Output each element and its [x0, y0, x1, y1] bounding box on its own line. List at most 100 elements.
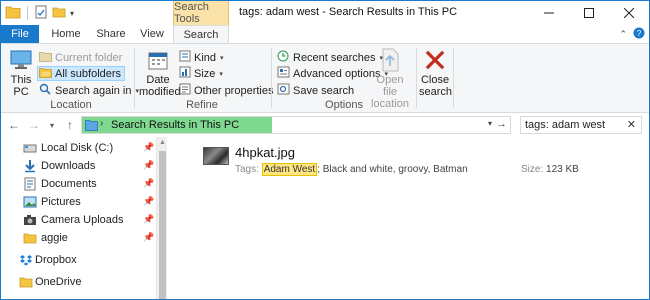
- folder-icon: [39, 51, 52, 65]
- search-results-folder-icon: [85, 119, 98, 134]
- help-icon[interactable]: ?: [633, 27, 645, 42]
- tab-share[interactable]: Share: [91, 25, 131, 43]
- size-label: Size: [194, 67, 216, 80]
- arrow-right-icon: →: [28, 118, 40, 132]
- tab-file[interactable]: File: [1, 25, 39, 43]
- other-properties-button[interactable]: Other properties ▾: [179, 83, 281, 98]
- recent-searches-label: Recent searches: [293, 51, 376, 64]
- back-button[interactable]: ←: [7, 117, 21, 133]
- close-group: Close search: [417, 46, 453, 112]
- arrow-left-icon: ←: [8, 118, 20, 132]
- all-subfolders-button[interactable]: All subfolders: [37, 66, 126, 81]
- location-group: This PC Current folder All subfolders Se…: [1, 46, 141, 112]
- subfolders-icon: [39, 67, 52, 81]
- pin-icon[interactable]: 📌: [143, 160, 154, 171]
- recent-searches-button[interactable]: Recent searches ▾: [277, 50, 383, 65]
- tab-view[interactable]: View: [137, 25, 167, 43]
- maximize-icon: [584, 8, 594, 18]
- svg-text:?: ?: [637, 29, 642, 38]
- nav-item-local-disk[interactable]: Local Disk (C:) 📌: [1, 139, 156, 157]
- nav-item-label: Downloads: [41, 160, 96, 172]
- search-input[interactable]: tags: adam west ✕: [520, 116, 642, 134]
- collapse-ribbon-icon[interactable]: ⌃: [619, 29, 627, 40]
- close-search-icon: [421, 48, 449, 72]
- kind-label: Kind: [194, 51, 217, 64]
- recent-locations-button[interactable]: ▾: [45, 117, 59, 133]
- tab-home[interactable]: Home: [47, 25, 85, 43]
- arrow-up-icon: ↑: [67, 118, 73, 132]
- pin-icon[interactable]: 📌: [143, 214, 154, 225]
- this-pc-button[interactable]: This PC: [7, 48, 35, 98]
- dropbox-icon: [19, 253, 33, 267]
- nav-item-pictures[interactable]: Pictures 📌: [1, 193, 156, 211]
- caption-buttons: [529, 1, 649, 25]
- nav-item-downloads[interactable]: Downloads 📌: [1, 157, 156, 175]
- onedrive-icon: [19, 275, 33, 289]
- customize-qat-icon[interactable]: ▾: [70, 9, 74, 18]
- advanced-options-label: Advanced options: [293, 67, 381, 80]
- kind-button[interactable]: Kind ▾: [179, 50, 224, 65]
- refresh-icon[interactable]: →: [496, 118, 507, 130]
- new-folder-icon[interactable]: [52, 5, 66, 22]
- nav-item-camera-uploads[interactable]: Camera Uploads 📌: [1, 211, 156, 229]
- close-window-button[interactable]: [609, 1, 649, 25]
- title-bar: ▾ Search Tools tags: adam west - Search …: [1, 1, 649, 25]
- tags-label: Tags:: [235, 164, 259, 175]
- nav-scrollbar[interactable]: ▲: [156, 137, 167, 299]
- results-pane: 4hpkat.jpg Tags: Adam West; Black and wh…: [167, 137, 649, 299]
- file-tags: Tags: Adam West; Black and white, groovy…: [235, 163, 468, 176]
- pin-icon[interactable]: 📌: [143, 232, 154, 243]
- up-button[interactable]: ↑: [63, 117, 77, 133]
- forward-button[interactable]: →: [27, 117, 41, 133]
- tags-rest: ; Black and white, groovy, Batman: [317, 164, 468, 175]
- nav-item-label: OneDrive: [35, 276, 82, 288]
- advanced-options-icon: [277, 66, 290, 81]
- tag-highlight: Adam West: [261, 163, 318, 176]
- address-bar[interactable]: › Search Results in This PC ▾ →: [81, 116, 511, 134]
- date-modified-button[interactable]: Date modified: [139, 48, 181, 98]
- close-search-button[interactable]: Close search: [419, 48, 453, 98]
- explorer-window: ▾ Search Tools tags: adam west - Search …: [0, 0, 650, 300]
- address-dropdown-icon[interactable]: ▾: [488, 119, 492, 128]
- nav-item-aggie[interactable]: aggie 📌: [1, 229, 156, 247]
- minimize-button[interactable]: [529, 1, 569, 25]
- search-again-in-button[interactable]: Search again in ▾: [39, 83, 139, 98]
- chevron-down-icon: ▾: [219, 70, 223, 78]
- nav-item-label: Documents: [41, 178, 97, 190]
- drive-icon: [23, 141, 37, 155]
- clear-search-icon[interactable]: ✕: [627, 118, 636, 131]
- tab-search[interactable]: Search: [173, 25, 229, 44]
- search-again-in-label: Search again in: [55, 84, 132, 97]
- search-tools-context-label: Search Tools: [173, 1, 229, 25]
- chevron-down-icon: ▾: [49, 120, 54, 130]
- quick-access-toolbar: ▾: [5, 4, 74, 22]
- save-search-icon: [277, 83, 290, 98]
- size-button[interactable]: Size ▾: [179, 66, 223, 81]
- window-title: tags: adam west - Search Results in This…: [239, 6, 458, 18]
- pin-icon[interactable]: 📌: [143, 178, 154, 189]
- file-name: 4hpkat.jpg: [235, 145, 295, 160]
- ribbon-divider: [453, 48, 454, 108]
- scroll-up-icon[interactable]: ▲: [159, 139, 166, 146]
- size-value: 123 KB: [546, 164, 579, 175]
- minimize-icon: [544, 12, 554, 14]
- nav-scrollbar-thumb[interactable]: [159, 151, 166, 299]
- current-folder-button[interactable]: Current folder: [39, 50, 122, 65]
- address-path: Search Results in This PC: [111, 119, 240, 131]
- nav-item-documents[interactable]: Documents 📌: [1, 175, 156, 193]
- pin-icon[interactable]: 📌: [143, 142, 154, 153]
- save-search-button[interactable]: Save search: [277, 83, 354, 98]
- nav-item-dropbox[interactable]: Dropbox: [1, 251, 156, 269]
- this-pc-label: This PC: [10, 74, 32, 98]
- folder-icon: [23, 231, 37, 245]
- qat-divider: [27, 6, 28, 20]
- pictures-icon: [23, 195, 37, 209]
- list-item[interactable]: 4hpkat.jpg Tags: Adam West; Black and wh…: [203, 145, 583, 177]
- nav-item-onedrive[interactable]: OneDrive: [1, 273, 156, 291]
- ribbon-divider: [271, 48, 272, 108]
- properties-icon[interactable]: [34, 5, 48, 22]
- maximize-button[interactable]: [569, 1, 609, 25]
- pin-icon[interactable]: 📌: [143, 196, 154, 207]
- calendar-icon: [144, 48, 172, 72]
- close-search-label: Close search: [419, 74, 453, 98]
